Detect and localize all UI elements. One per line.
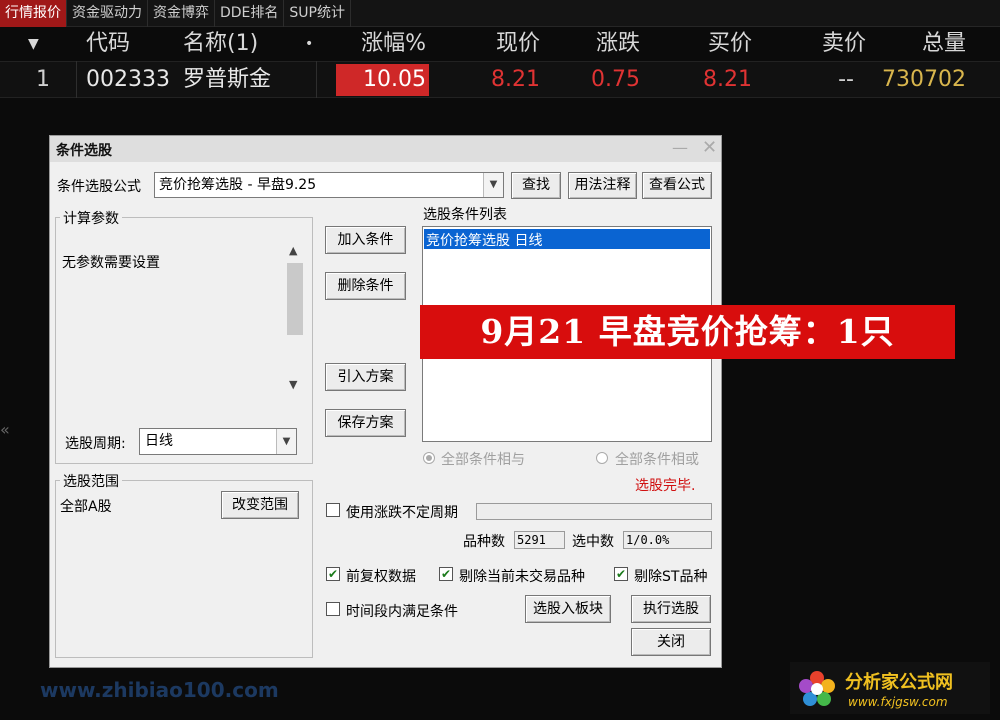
row-bid: 8.21 xyxy=(703,67,752,92)
row-change: 0.75 xyxy=(591,67,640,92)
header-change[interactable]: 涨跌 xyxy=(550,27,640,61)
indefinite-label: 使用涨跌不定周期 xyxy=(346,505,458,521)
site-logo: 分析家公式网 www.fxjgsw.com xyxy=(790,662,990,714)
dialog-title-bar xyxy=(50,136,721,162)
count-value: 5291 xyxy=(517,533,546,547)
close-icon[interactable]: ✕ xyxy=(702,137,717,158)
condition-list-label: 选股条件列表 xyxy=(423,207,507,223)
indefinite-field xyxy=(476,503,712,520)
run-select-button[interactable]: 执行选股 xyxy=(631,595,711,623)
radio-all-or[interactable] xyxy=(596,452,608,464)
usage-notes-button[interactable]: 用法注释 xyxy=(568,172,637,199)
radio-dot xyxy=(426,455,432,461)
exclude-st-label: 剔除ST品种 xyxy=(634,569,708,585)
header-ask[interactable]: 卖价 xyxy=(770,27,866,61)
selected-label: 选中数 xyxy=(572,534,614,550)
exclude-untraded-label: 剔除当前未交易品种 xyxy=(459,569,585,585)
exclude-untraded-checkbox[interactable]: ✔ xyxy=(439,567,453,581)
indefinite-checkbox[interactable] xyxy=(326,503,340,517)
minimize-icon[interactable]: — xyxy=(672,138,688,157)
count-label: 品种数 xyxy=(463,534,505,550)
view-formula-button[interactable]: 查看公式 xyxy=(642,172,712,199)
tab-market-quotes[interactable]: 行情报价 xyxy=(0,0,67,27)
close-button[interactable]: 关闭 xyxy=(631,628,711,656)
row-change-pct: 10.05 xyxy=(363,67,426,92)
time-range-checkbox[interactable] xyxy=(326,602,340,616)
period-label: 选股周期: xyxy=(65,436,126,452)
condition-item: 竞价抢筹选股 日线 xyxy=(426,233,543,249)
formula-select[interactable]: 竞价抢筹选股 - 早盘9.25 xyxy=(154,172,504,198)
header-bid[interactable]: 买价 xyxy=(660,27,752,61)
scroll-thumb[interactable] xyxy=(287,263,303,335)
result-banner: 9月21 早盘竞价抢筹：1只 xyxy=(420,305,955,359)
row-index: 1 xyxy=(36,67,50,92)
condition-select-dialog: 条件选股 — ✕ 条件选股公式 竞价抢筹选股 - 早盘9.25 ▼ 查找 用法注… xyxy=(49,135,722,668)
tab-sup-stats[interactable]: SUP统计 xyxy=(284,0,351,27)
row-price: 8.21 xyxy=(491,67,540,92)
exclude-st-checkbox[interactable]: ✔ xyxy=(614,567,628,581)
formula-value: 竞价抢筹选股 - 早盘9.25 xyxy=(159,177,317,193)
sort-arrow-icon[interactable]: ▼ xyxy=(28,27,39,61)
dialog-title: 条件选股 xyxy=(56,143,112,159)
chevron-down-icon[interactable]: ▼ xyxy=(276,429,296,454)
header-code[interactable]: 代码 xyxy=(86,27,130,61)
scroll-down-icon[interactable]: ▼ xyxy=(289,378,297,391)
range-value: 全部A股 xyxy=(60,499,112,515)
adj-data-label: 前复权数据 xyxy=(346,569,416,585)
header-name[interactable]: 名称(1) xyxy=(183,27,258,61)
chevron-down-icon[interactable]: ▼ xyxy=(483,173,503,197)
time-range-label: 时间段内满足条件 xyxy=(346,604,458,620)
row-code[interactable]: 002333 xyxy=(86,62,170,98)
find-button[interactable]: 查找 xyxy=(511,172,561,199)
status-text: 选股完毕. xyxy=(635,478,696,494)
collapse-left-icon[interactable]: « xyxy=(0,420,10,439)
scroll-up-icon[interactable]: ▲ xyxy=(289,244,297,257)
import-plan-button[interactable]: 引入方案 xyxy=(325,363,406,391)
header-price[interactable]: 现价 xyxy=(450,27,540,61)
logo-text: 分析家公式网 xyxy=(845,672,953,693)
period-select[interactable]: 日线 xyxy=(139,428,297,455)
all-or-label: 全部条件相或 xyxy=(615,452,699,468)
logo-url: www.fxjgsw.com xyxy=(848,695,948,709)
adj-data-checkbox[interactable]: ✔ xyxy=(326,567,340,581)
tab-dde-ranking[interactable]: DDE排名 xyxy=(215,0,285,27)
row-volume: 730702 xyxy=(882,67,966,92)
market-tab-bar: 行情报价 资金驱动力 资金博弈 DDE排名 SUP统计 xyxy=(0,0,1000,27)
delete-condition-button[interactable]: 删除条件 xyxy=(325,272,406,300)
tab-capital-drive[interactable]: 资金驱动力 xyxy=(67,0,148,27)
save-plan-button[interactable]: 保存方案 xyxy=(325,409,406,437)
row-name[interactable]: 罗普斯金 xyxy=(183,62,271,98)
count-field: 5291 xyxy=(514,531,565,549)
tab-capital-game[interactable]: 资金博弈 xyxy=(148,0,215,27)
header-volume[interactable]: 总量 xyxy=(870,27,966,61)
change-range-button[interactable]: 改变范围 xyxy=(221,491,299,519)
period-value: 日线 xyxy=(145,433,173,449)
formula-label: 条件选股公式 xyxy=(57,179,141,195)
select-to-board-button[interactable]: 选股入板块 xyxy=(525,595,611,623)
column-divider xyxy=(76,61,77,98)
column-divider xyxy=(316,61,317,98)
calc-params-label: 计算参数 xyxy=(60,208,122,228)
row-ask: -- xyxy=(838,67,854,92)
all-and-label: 全部条件相与 xyxy=(441,452,525,468)
selected-value: 1/0.0% xyxy=(626,533,670,547)
range-label: 选股范围 xyxy=(60,471,122,491)
header-change-pct[interactable]: 涨幅% xyxy=(330,27,426,61)
flower-logo-icon xyxy=(798,670,836,708)
header-name-marker: • xyxy=(305,36,314,52)
selected-field: 1/0.0% xyxy=(623,531,712,549)
no-params-text: 无参数需要设置 xyxy=(62,255,160,271)
add-condition-button[interactable]: 加入条件 xyxy=(325,226,406,254)
watermark-left: www.zhibiao100.com xyxy=(40,678,279,702)
